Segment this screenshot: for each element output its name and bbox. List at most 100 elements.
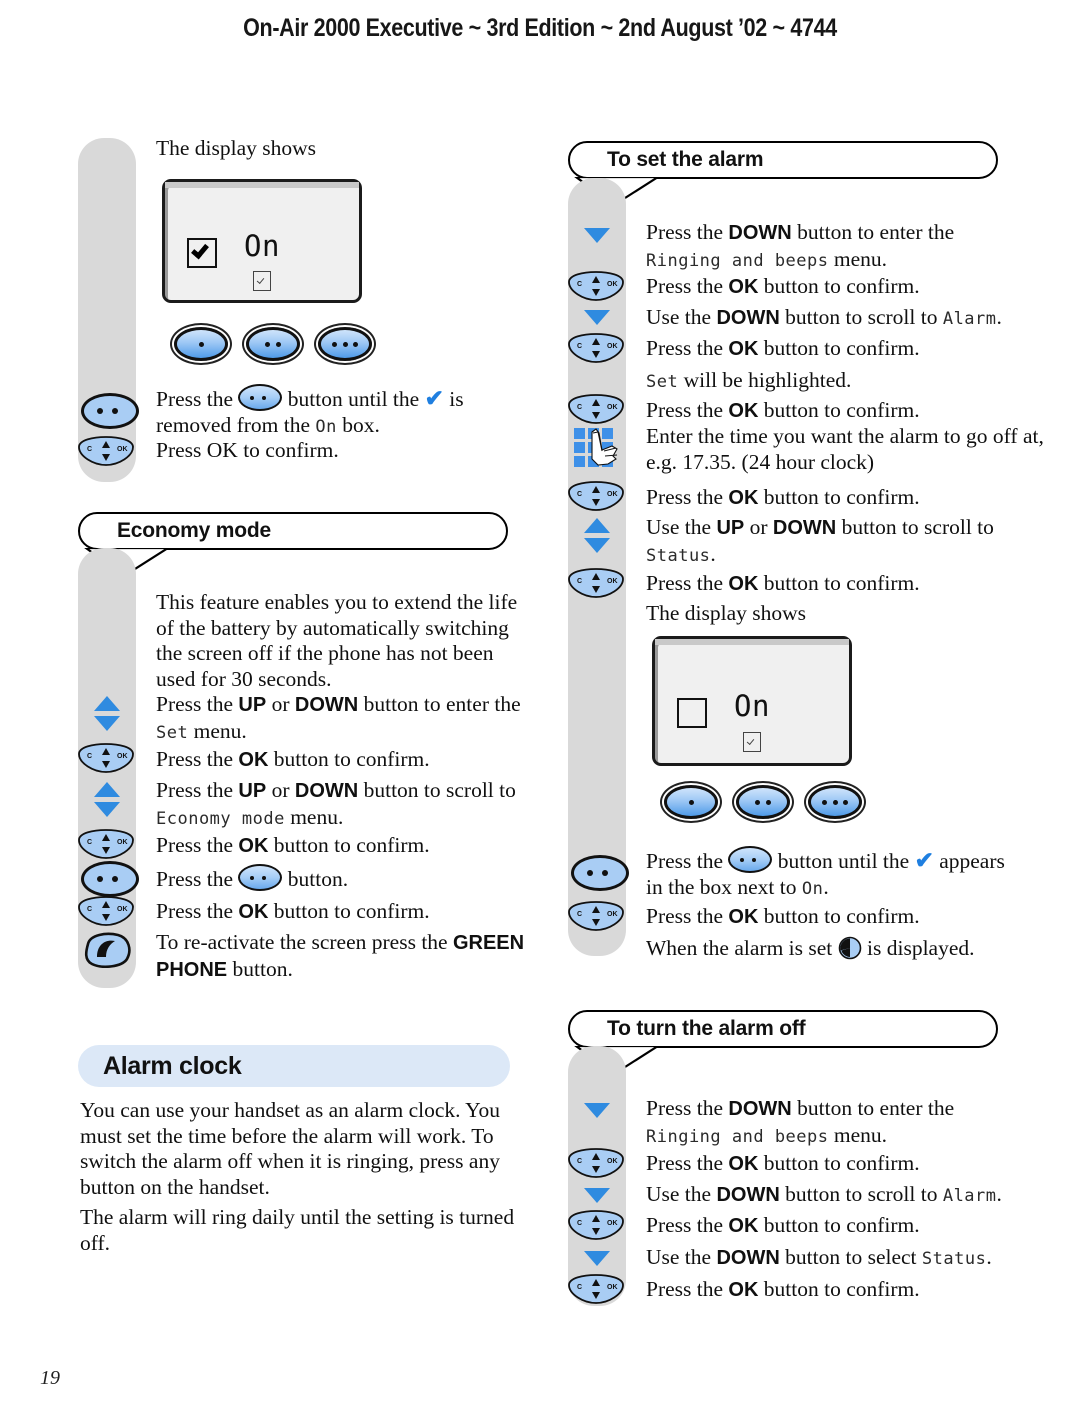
kw-ok-r3: OK <box>728 400 759 422</box>
rail-nav-ok-pad-icon-r5[interactable]: C OK <box>566 568 626 598</box>
kw-phone: PHONE <box>156 958 228 981</box>
rail-softkey-two-dot-icon-2[interactable] <box>81 861 139 897</box>
rail-nav-ok-pad-icon-1[interactable]: C OK <box>76 436 136 466</box>
economy-step-1-text: Press the UP or DOWN button to enter the… <box>156 692 521 743</box>
step-text-press-ok-confirm-short: Press OK to confirm. <box>156 438 339 462</box>
turn-off-step-2-text: Press the OK button to confirm. <box>646 1151 920 1175</box>
kw-green: GREEN <box>452 932 525 954</box>
down-arrow-icon-r1[interactable] <box>584 228 610 243</box>
label-button-word: button. <box>287 867 349 891</box>
svg-text:OK: OK <box>117 753 128 760</box>
svg-text:OK: OK <box>117 839 128 846</box>
softkey-two-dot-icon-inline-2[interactable] <box>238 864 283 891</box>
lcd-checkbox-checked <box>187 238 217 268</box>
t: Use the <box>646 1245 712 1269</box>
t: Use the <box>646 305 712 329</box>
kw-ok2: OK <box>238 835 269 857</box>
label-is: is <box>449 387 464 411</box>
label-box-word: box. <box>342 412 380 437</box>
rail-nav-ok-pad-icon-o3[interactable]: C OK <box>566 1274 626 1304</box>
kw-up2: UP <box>238 780 267 802</box>
down-arrow-icon-o1[interactable] <box>584 1103 610 1118</box>
softkey-one-dot-icon[interactable] <box>174 327 228 361</box>
alarm-clock-paragraph-2: The alarm will ring daily until the sett… <box>80 1205 515 1255</box>
set-alarm-step-1-text: Press the DOWN button to enter the Ringi… <box>646 220 955 271</box>
rail-nav-ok-pad-icon-r6[interactable]: C OK <box>566 901 626 931</box>
lcd-on-label: On <box>244 229 280 263</box>
rail-nav-ok-pad-icon-3[interactable]: C OK <box>76 829 136 859</box>
rail-nav-ok-pad-icon-r2[interactable]: C OK <box>566 333 626 363</box>
dm-alarm-2: Alarm <box>942 1186 997 1206</box>
softkey-two-dot-icon-r[interactable] <box>736 785 790 819</box>
t: Use the <box>646 515 712 539</box>
down-arrow-icon-2[interactable] <box>94 802 120 817</box>
set-alarm-step-9-text: Use the UP or DOWN button to scroll to S… <box>646 515 994 566</box>
svg-text:OK: OK <box>607 1158 618 1165</box>
down-arrow-icon-r3[interactable] <box>584 538 610 553</box>
t: menu. <box>290 804 344 829</box>
step-text-press-until-tick: Press the button until the ✔ is removed … <box>156 384 548 440</box>
rail-softkey-two-dot-icon-r[interactable] <box>571 855 629 891</box>
rail-nav-ok-pad-icon-r4[interactable]: C OK <box>566 481 626 511</box>
t: menu. <box>833 246 888 271</box>
kw-ok-o1: OK <box>728 1153 759 1175</box>
green-phone-icon[interactable] <box>82 932 132 969</box>
dm-status-1: Status <box>646 545 711 566</box>
keypad-hand-icon[interactable] <box>572 426 618 467</box>
svg-text:C: C <box>577 343 582 350</box>
t: will be highlighted. <box>678 368 852 392</box>
t: menu. <box>193 718 247 743</box>
kw-ok-o3: OK <box>728 1279 759 1301</box>
economy-step-5-text: Press the button. <box>156 864 548 893</box>
label-appears: appears <box>939 849 1005 873</box>
rail-nav-ok-pad-icon-r3[interactable]: C OK <box>566 394 626 424</box>
up-arrow-icon-1[interactable] <box>94 696 120 711</box>
kw-ok3: OK <box>238 901 269 923</box>
softkey-two-dot-icon-inline[interactable] <box>238 384 283 411</box>
kw-down-o3: DOWN <box>716 1247 780 1269</box>
kw-ok-o2: OK <box>728 1215 759 1237</box>
svg-text:C: C <box>87 753 92 760</box>
label-in-box-next: in the box next to <box>646 874 797 899</box>
right-column: To set the alarm Press the DOWN button t… <box>566 0 1044 1421</box>
down-arrow-icon-1[interactable] <box>94 716 120 731</box>
down-arrow-icon-o3[interactable] <box>584 1251 610 1266</box>
up-arrow-icon-r1[interactable] <box>584 518 610 533</box>
softkey-three-dot-icon[interactable] <box>318 327 372 361</box>
t: Press the <box>156 692 239 716</box>
rail-nav-ok-pad-icon-o2[interactable]: C OK <box>566 1210 626 1240</box>
section-header-economy-mode: Economy mode <box>78 512 512 578</box>
set-alarm-step-4-text: Press the OK button to confirm. <box>646 336 920 360</box>
softkey-two-dot-icon[interactable] <box>246 327 300 361</box>
svg-text:OK: OK <box>607 1284 618 1291</box>
kw-ok-r2: OK <box>728 338 759 360</box>
kw-ok-r6: OK <box>728 906 759 928</box>
softkey-three-dot-icon-r[interactable] <box>808 785 862 819</box>
down-arrow-icon-o2[interactable] <box>584 1188 610 1203</box>
down-arrow-icon-r2[interactable] <box>584 310 610 325</box>
set-alarm-step-3-text: Use the DOWN button to scroll to Alarm. <box>646 305 1002 329</box>
kw-down-r3: DOWN <box>772 517 837 539</box>
rail-nav-ok-pad-icon-2[interactable]: C OK <box>76 743 136 773</box>
rail-nav-ok-pad-icon-r1[interactable]: C OK <box>566 271 626 301</box>
page-number: 19 <box>40 1367 60 1389</box>
kw-down-o1: DOWN <box>728 1098 792 1120</box>
turn-off-step-1-text: Press the DOWN button to enter the Ringi… <box>646 1096 955 1147</box>
rail-softkey-two-dot-icon[interactable] <box>81 393 139 429</box>
economy-step-7-text: To re-activate the screen press the GREE… <box>156 930 525 981</box>
softkey-one-dot-icon-r[interactable] <box>664 785 718 819</box>
display-shows-label-left: The display shows <box>156 136 317 160</box>
rail-nav-ok-pad-icon-4[interactable]: C OK <box>76 896 136 926</box>
alarm-clock-icon <box>838 936 862 960</box>
economy-step-2-text: Press the OK button to confirm. <box>156 747 430 771</box>
set-alarm-step-2-text: Press the OK button to confirm. <box>646 274 920 298</box>
set-alarm-step-10-text: Press the OK button to confirm. <box>646 571 920 595</box>
softkey-two-dot-icon-inline-r[interactable] <box>728 846 773 873</box>
turn-off-step-5-text: Use the DOWN button to select Status. <box>646 1245 992 1269</box>
svg-text:OK: OK <box>607 343 618 350</box>
svg-text:C: C <box>577 911 582 918</box>
left-column: The display shows On Press the button un… <box>78 0 548 1421</box>
rail-nav-ok-pad-icon-o1[interactable]: C OK <box>566 1148 626 1178</box>
section-title-turn-off: To turn the alarm off <box>607 1017 806 1040</box>
up-arrow-icon-2[interactable] <box>94 782 120 797</box>
